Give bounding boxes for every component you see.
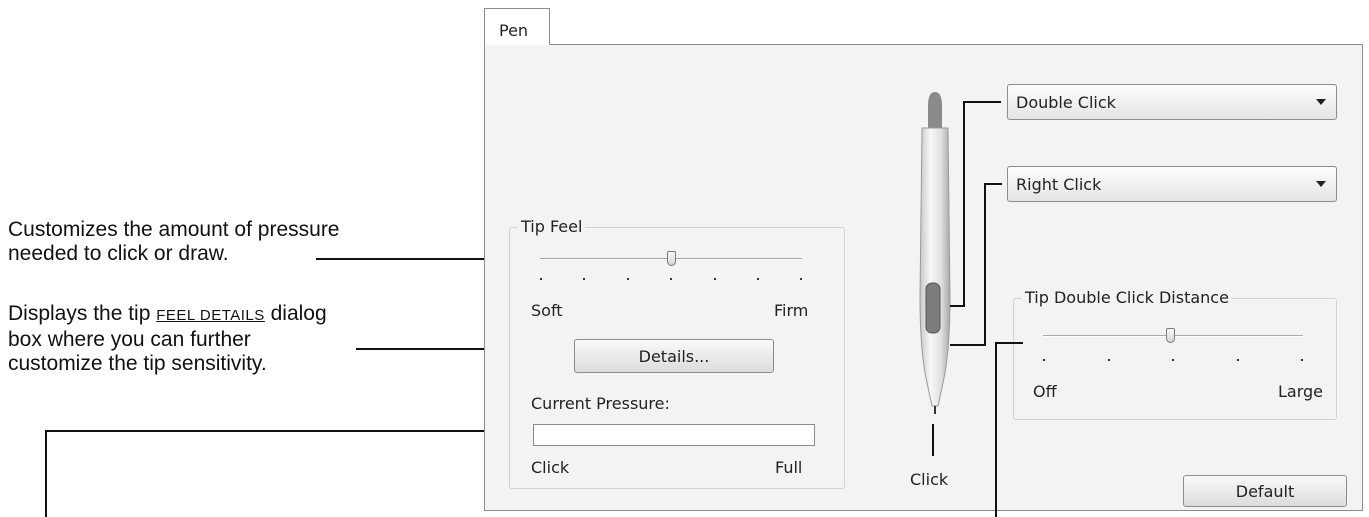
tip-feel-tick: [757, 278, 759, 280]
tip-feel-group: Tip Feel Soft Firm Details... Current Pr…: [509, 217, 845, 489]
chevron-down-icon: [1316, 99, 1326, 105]
leader-line-pressure: [45, 430, 535, 432]
annotation-details-line3: customize the tip sensitivity.: [8, 352, 267, 375]
leader-line-pressure-drop: [45, 430, 47, 517]
tip-double-click-title: Tip Double Click Distance: [1022, 288, 1232, 307]
tip-feel-tick: [583, 278, 585, 280]
upper-button-connector-vertical: [963, 101, 965, 307]
tab-pen[interactable]: Pen: [484, 8, 550, 45]
current-pressure-bar: [533, 424, 815, 446]
lower-button-connector: [984, 183, 1002, 185]
tip-double-click-min-label: Off: [1033, 382, 1057, 401]
pressure-max-label: Full: [775, 458, 803, 477]
tip-double-click-group: Tip Double Click Distance Off Large: [1013, 288, 1337, 420]
annotation-tip-feel-line1: Customizes the amount of pressure: [8, 218, 340, 241]
upper-button-connector-foot: [950, 305, 964, 307]
upper-button-connector: [963, 101, 1001, 103]
feel-details-link: Feel Details: [156, 307, 265, 324]
lower-button-select[interactable]: Right Click: [1007, 166, 1337, 202]
leader-line-double-click: [995, 342, 1023, 344]
tip-double-click-slider-thumb[interactable]: [1166, 328, 1175, 343]
upper-button-select-value: Double Click: [1016, 93, 1116, 112]
default-button[interactable]: Default: [1183, 475, 1347, 507]
tip-double-click-tick: [1237, 359, 1239, 361]
current-pressure-label: Current Pressure:: [531, 394, 670, 413]
tip-double-click-tick: [1301, 359, 1303, 361]
annotation-tip-feel-line2: needed to click or draw.: [8, 242, 229, 265]
tip-feel-title: Tip Feel: [518, 217, 586, 236]
tip-feel-slider-thumb[interactable]: [667, 251, 676, 266]
tip-double-click-tick: [1172, 359, 1174, 361]
upper-button-select[interactable]: Double Click: [1007, 84, 1337, 120]
tip-connector: [932, 424, 934, 456]
lower-button-connector-vertical: [984, 183, 986, 345]
leader-line-double-click-drop: [995, 342, 997, 517]
tip-feel-tick: [714, 278, 716, 280]
annotation-details-line2: box where you can further: [8, 328, 251, 351]
tip-feel-tick: [540, 278, 542, 280]
tip-feel-tick: [670, 278, 672, 280]
pen-icon: [919, 92, 951, 414]
chevron-down-icon: [1316, 181, 1326, 187]
annotation-details-line1: Displays the tip Feel Details dialog: [8, 302, 327, 325]
tip-feel-max-label: Firm: [774, 301, 809, 320]
pressure-min-label: Click: [531, 458, 570, 477]
tip-feel-tick: [800, 278, 802, 280]
tip-double-click-tick: [1108, 359, 1110, 361]
lower-button-connector-foot: [950, 344, 986, 346]
pen-tip-label: Click: [910, 470, 949, 489]
tip-double-click-max-label: Large: [1278, 382, 1324, 401]
annotation-tip-feel: Customizes the amount of pressure needed…: [8, 218, 340, 266]
tip-feel-min-label: Soft: [531, 301, 563, 320]
details-button[interactable]: Details...: [574, 339, 774, 373]
lower-button-select-value: Right Click: [1016, 175, 1102, 194]
annotation-details: Displays the tip Feel Details dialog box…: [8, 302, 327, 376]
tip-double-click-tick: [1043, 359, 1045, 361]
tip-feel-tick: [627, 278, 629, 280]
